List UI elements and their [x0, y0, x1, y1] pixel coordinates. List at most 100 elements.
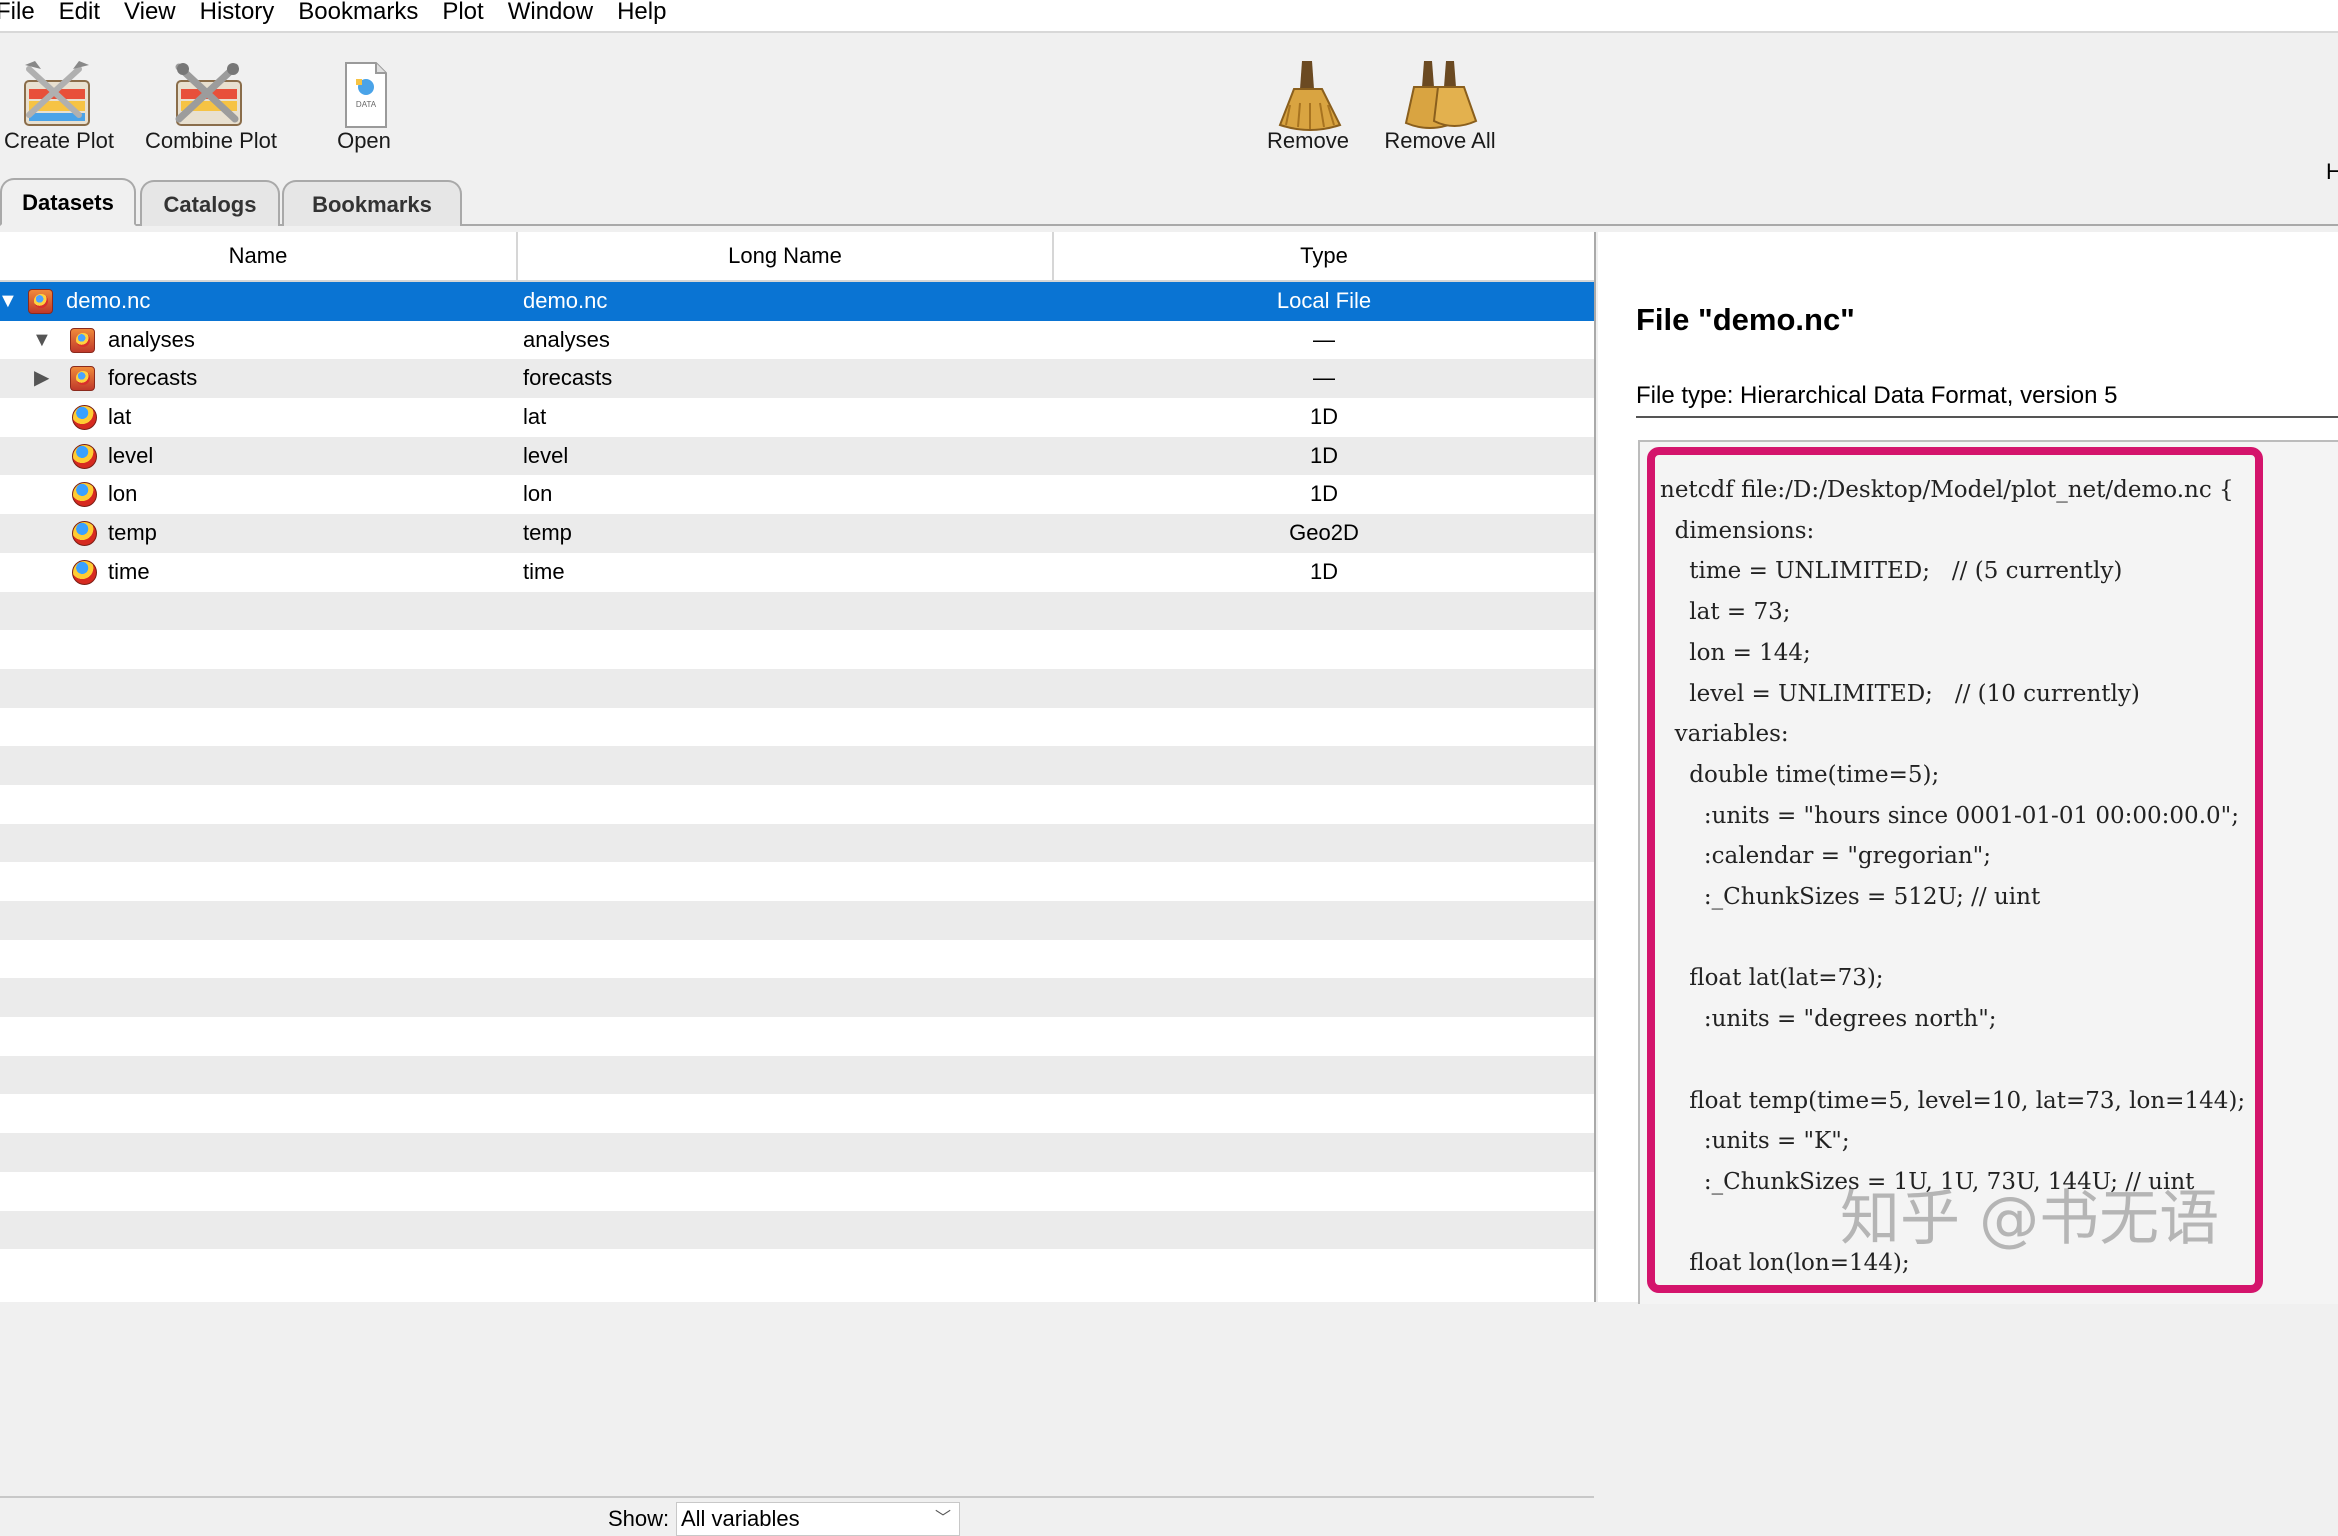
broom-all-icon: [1404, 61, 1478, 129]
remove-all-button[interactable]: Remove All: [1380, 33, 1500, 163]
open-file-icon: DATA: [345, 62, 387, 128]
empty-row: [0, 901, 1594, 940]
column-header-name[interactable]: Name: [0, 232, 518, 280]
empty-row: [0, 823, 1594, 863]
empty-row: [0, 862, 1594, 901]
broom-icon: [1278, 61, 1342, 131]
variable-globe-icon: [72, 443, 97, 469]
cell-type: Local File: [1276, 288, 1372, 313]
toolbar: Create Plot Combine Plot DATA Open Remov…: [0, 33, 2338, 184]
table-row-temp[interactable]: temp temp Geo2D: [0, 514, 1594, 553]
empty-row: [0, 591, 1594, 631]
cell-name: forecasts: [108, 365, 198, 391]
cell-type: —: [1313, 365, 1335, 391]
cell-long-name: temp: [523, 520, 572, 546]
cell-type: 1D: [1309, 558, 1339, 584]
empty-row: [0, 668, 1594, 708]
menu-help[interactable]: Help: [605, 0, 678, 29]
open-button[interactable]: DATA Open: [318, 33, 410, 163]
empty-row: [0, 784, 1594, 824]
divider: [1636, 416, 2338, 418]
show-label: Show:: [608, 1506, 670, 1531]
open-icon-text: DATA: [356, 100, 377, 109]
cell-name: lon: [108, 481, 138, 507]
create-plot-icon: [24, 61, 90, 126]
table-row-time[interactable]: time time 1D: [0, 552, 1594, 592]
table-row-level[interactable]: level level 1D: [0, 436, 1594, 476]
cell-long-name: lon: [523, 481, 553, 507]
ncdump-text-area[interactable]: netcdf file:/D:/Desktop/Model/plot_net/d…: [1638, 440, 2338, 1304]
menu-history[interactable]: History: [188, 0, 287, 29]
cell-name: lat: [108, 404, 132, 430]
create-plot-label: Create Plot: [3, 128, 115, 153]
show-filter-value: All variables: [681, 1506, 800, 1531]
column-header-type[interactable]: Type: [1054, 232, 1594, 280]
tab-bar: Datasets Catalogs Bookmarks: [0, 176, 2338, 226]
menu-window[interactable]: Window: [496, 0, 605, 29]
cell-type: 1D: [1309, 442, 1339, 468]
file-title: File "demo.nc": [1636, 302, 1855, 337]
menu-view[interactable]: View: [112, 0, 188, 29]
empty-row: [0, 1133, 1594, 1172]
dataset-table: Name Long Name Type ▼ demo.nc demo.nc Lo…: [0, 232, 1596, 1536]
cell-name: temp: [108, 520, 157, 546]
dataset-file-icon: [28, 289, 53, 314]
empty-row: [0, 630, 1594, 669]
cell-name: analyses: [108, 326, 195, 352]
remove-label: Remove: [1267, 128, 1349, 153]
combine-plot-label: Combine Plot: [144, 128, 278, 153]
empty-row: [0, 1055, 1594, 1095]
column-header-long-name[interactable]: Long Name: [518, 232, 1054, 280]
empty-row: [0, 1210, 1594, 1250]
remove-button[interactable]: Remove: [1260, 33, 1356, 163]
table-row-lat[interactable]: lat lat 1D: [0, 398, 1594, 437]
details-pane: File "demo.nc" File type: Hierarchical D…: [1598, 232, 2338, 1304]
create-plot-button[interactable]: Create Plot: [0, 33, 118, 163]
combine-plot-button[interactable]: Combine Plot: [144, 33, 278, 163]
show-filter-select[interactable]: All variables ﹀: [676, 1502, 960, 1536]
table-row-forecasts[interactable]: ▶ forecasts forecasts —: [0, 359, 1594, 399]
cell-long-name: level: [523, 442, 569, 468]
variable-globe-icon: [72, 559, 97, 585]
table-row-demo-nc[interactable]: ▼ demo.nc demo.nc Local File: [0, 282, 1594, 321]
group-folder-icon: [70, 327, 95, 353]
cell-name: demo.nc: [66, 288, 151, 313]
tab-bookmarks[interactable]: Bookmarks: [282, 180, 462, 226]
empty-row: [0, 707, 1594, 747]
ncdump-text: netcdf file:/D:/Desktop/Model/plot_net/d…: [1660, 477, 2246, 1277]
group-folder-icon: [70, 366, 95, 392]
table-body: ▼ demo.nc demo.nc Local File ▼ analyses …: [0, 282, 1594, 1288]
cell-name: level: [108, 442, 154, 468]
expand-arrow-icon[interactable]: ▼: [0, 282, 18, 320]
cell-long-name: analyses: [523, 326, 610, 352]
cell-type: Geo2D: [1289, 520, 1359, 546]
remove-all-label: Remove All: [1384, 128, 1496, 153]
show-filter-bar: Show: All variables ﹀: [0, 1496, 1594, 1536]
variable-globe-icon: [72, 405, 97, 431]
cell-long-name: demo.nc: [523, 288, 608, 313]
tab-catalogs[interactable]: Catalogs: [140, 180, 280, 226]
menu-plot[interactable]: Plot: [430, 0, 495, 29]
menu-bar: File Edit View History Bookmarks Plot Wi…: [0, 0, 2338, 33]
table-row-lon[interactable]: lon lon 1D: [0, 475, 1594, 515]
combine-plot-icon: [175, 63, 242, 126]
table-row-analyses[interactable]: ▼ analyses analyses —: [0, 320, 1594, 360]
empty-row: [0, 1171, 1594, 1211]
cell-long-name: time: [523, 558, 565, 584]
expand-arrow-icon[interactable]: ▼: [32, 321, 52, 359]
empty-row: [0, 939, 1594, 979]
menu-bookmarks[interactable]: Bookmarks: [286, 0, 430, 29]
file-type-text: File type: Hierarchical Data Format, ver…: [1636, 382, 2118, 409]
variable-globe-icon: [72, 521, 97, 547]
collapse-arrow-icon[interactable]: ▶: [34, 359, 49, 397]
menu-file[interactable]: File: [0, 0, 47, 29]
empty-row: [0, 746, 1594, 785]
chevron-down-icon: ﹀: [934, 1510, 951, 1527]
variable-globe-icon: [72, 482, 97, 508]
empty-row: [0, 978, 1594, 1018]
empty-row: [0, 1017, 1594, 1056]
tab-datasets[interactable]: Datasets: [0, 178, 136, 226]
cell-long-name: forecasts: [523, 365, 613, 391]
menu-edit[interactable]: Edit: [47, 0, 112, 29]
cell-type: 1D: [1309, 481, 1339, 507]
